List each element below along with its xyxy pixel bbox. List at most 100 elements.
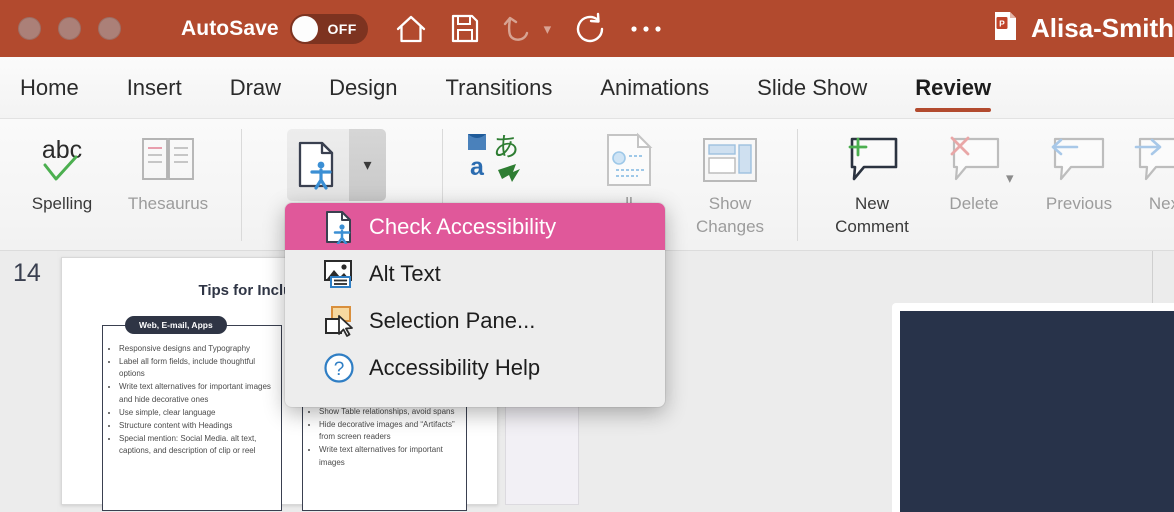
list-item: Structure content with Headings <box>119 420 278 432</box>
accessibility-split-button[interactable]: ▾ <box>287 129 386 201</box>
slide-pill-label: Web, E-mail, Apps <box>125 316 227 334</box>
svg-text:abc: abc <box>42 136 82 164</box>
svg-text:あ: あ <box>493 133 519 163</box>
svg-text:P: P <box>999 18 1005 28</box>
slide-canvas-panel <box>580 251 1174 512</box>
check-accessibility-icon <box>295 140 341 190</box>
slide-thumbnail-column: 14 <box>0 251 57 512</box>
list-item: Write text alternatives for important im… <box>319 444 464 468</box>
menu-item-alt-text[interactable]: Alt Text <box>285 250 665 297</box>
list-item: Hide decorative images and “Artifacts” f… <box>319 419 464 443</box>
thesaurus-icon <box>139 127 197 193</box>
tab-insert[interactable]: Insert <box>127 57 182 119</box>
ribbon-separator-3 <box>797 129 798 241</box>
tab-transitions[interactable]: Transitions <box>446 57 553 119</box>
previous-comment-button[interactable]: Previous <box>1028 127 1130 216</box>
next-comment-icon <box>1132 127 1174 193</box>
tab-review-label: Review <box>915 75 991 101</box>
new-comment-label: New Comment <box>835 193 909 239</box>
tab-home[interactable]: Home <box>20 57 79 119</box>
tab-draw[interactable]: Draw <box>230 57 281 119</box>
minimize-button[interactable] <box>58 17 81 40</box>
translate-button[interactable]: a あ <box>452 127 540 193</box>
home-icon[interactable] <box>394 13 428 45</box>
thesaurus-button[interactable]: Thesaurus <box>112 127 224 216</box>
powerpoint-file-icon: P <box>994 11 1021 46</box>
document-name-label: Alisa-Smith <box>1031 13 1174 44</box>
tab-transitions-label: Transitions <box>446 75 553 101</box>
ribbon-tabs: Home Insert Draw Design Transitions Anim… <box>0 57 1174 119</box>
next-comment-button[interactable]: Nex <box>1124 127 1174 216</box>
accessibility-help-icon: ? <box>323 352 355 384</box>
redo-icon[interactable] <box>573 12 607 46</box>
slide-number: 14 <box>13 259 41 288</box>
ribbon-separator-1 <box>241 129 242 241</box>
slide-bullets-1: Responsive designs and Typography Label … <box>106 343 278 458</box>
spelling-button[interactable]: abc Spelling <box>16 127 108 216</box>
slide-bullets-2: Show Table relationships, avoid spans Hi… <box>306 406 464 470</box>
powerpoint-window: AutoSave OFF ▾ <box>0 0 1174 512</box>
tab-design[interactable]: Design <box>329 57 397 119</box>
more-options-icon[interactable] <box>629 23 663 35</box>
check-accessibility-button[interactable] <box>287 129 349 201</box>
autosave-control[interactable]: AutoSave OFF <box>181 14 368 44</box>
accessibility-dropdown-menu: Check Accessibility Alt Text <box>285 203 665 407</box>
document-title: P Alisa-Smith <box>994 0 1174 57</box>
tab-review[interactable]: Review <box>915 57 991 119</box>
alt-text-icon <box>323 258 355 290</box>
tab-slide-show[interactable]: Slide Show <box>757 57 867 119</box>
accessibility-dropdown-arrow[interactable]: ▾ <box>349 129 386 201</box>
window-controls[interactable] <box>18 17 121 40</box>
svg-text:a: a <box>470 153 485 181</box>
previous-comment-label: Previous <box>1046 193 1112 216</box>
check-accessibility-icon <box>323 210 355 244</box>
show-changes-label: Show Changes <box>696 193 764 239</box>
selection-pane-icon <box>323 305 355 337</box>
toggle-knob <box>292 16 318 42</box>
delete-dropdown-chevron-icon[interactable]: ▾ <box>1006 169 1014 187</box>
list-item: Special mention: Social Media. alt text,… <box>119 433 278 457</box>
maximize-button[interactable] <box>98 17 121 40</box>
tab-animations-label: Animations <box>600 75 709 101</box>
tab-draw-label: Draw <box>230 75 281 101</box>
delete-comment-label: Delete <box>949 193 998 216</box>
undo-chevron-icon[interactable]: ▾ <box>544 20 552 38</box>
menu-item-check-accessibility[interactable]: Check Accessibility <box>285 203 665 250</box>
previous-comment-icon <box>1047 127 1111 193</box>
list-item: Responsive designs and Typography <box>119 343 278 355</box>
delete-comment-icon <box>942 127 1006 193</box>
tab-animations[interactable]: Animations <box>600 57 709 119</box>
new-comment-icon <box>840 127 904 193</box>
quick-access-toolbar: ▾ <box>394 12 664 46</box>
save-icon[interactable] <box>450 13 480 44</box>
next-comment-label: Nex <box>1149 193 1174 216</box>
smart-lookup-icon <box>600 127 658 193</box>
menu-item-label: Check Accessibility <box>369 214 556 240</box>
autosave-label: AutoSave <box>181 17 279 41</box>
menu-item-accessibility-help[interactable]: ? Accessibility Help <box>285 344 665 391</box>
new-comment-button[interactable]: New Comment <box>822 127 922 239</box>
thesaurus-label: Thesaurus <box>128 193 208 216</box>
menu-item-label: Alt Text <box>369 261 441 287</box>
tab-slide-show-label: Slide Show <box>757 75 867 101</box>
list-item: Use simple, clear language <box>119 407 278 419</box>
close-button[interactable] <box>18 17 41 40</box>
spelling-label: Spelling <box>32 193 93 216</box>
list-item: Label all form fields, include thoughtfu… <box>119 356 278 380</box>
undo-icon[interactable] <box>502 13 534 45</box>
translate-icon: a あ <box>464 127 528 193</box>
tab-home-label: Home <box>20 75 79 101</box>
autosave-toggle[interactable]: OFF <box>290 14 368 44</box>
autosave-state-text: OFF <box>327 21 356 37</box>
list-item: Show Table relationships, avoid spans <box>319 406 464 418</box>
spelling-icon: abc <box>32 127 92 193</box>
active-slide-canvas[interactable] <box>900 311 1174 512</box>
menu-item-label: Selection Pane... <box>369 308 535 334</box>
show-changes-button[interactable]: Show Changes <box>680 127 780 239</box>
svg-text:?: ? <box>334 359 345 380</box>
title-bar: AutoSave OFF ▾ <box>0 0 1174 57</box>
menu-item-selection-pane[interactable]: Selection Pane... <box>285 297 665 344</box>
active-tab-underline <box>915 108 991 112</box>
list-item: Write text alternatives for important im… <box>119 381 278 405</box>
menu-item-label: Accessibility Help <box>369 355 540 381</box>
